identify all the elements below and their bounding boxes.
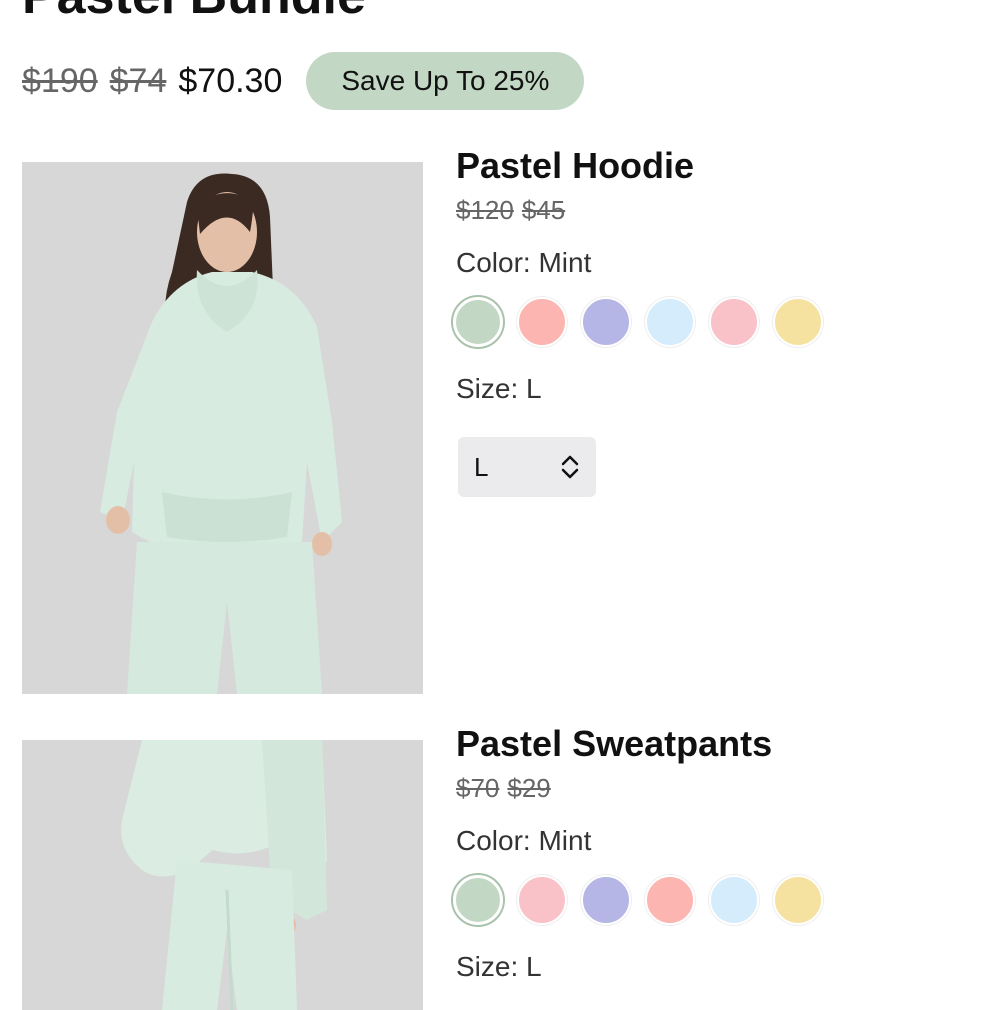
color-swatches	[453, 875, 823, 925]
product-prices: $120 $45	[456, 195, 823, 229]
bundle-price: $70.30	[178, 61, 283, 100]
sale-price: $45	[521, 195, 566, 225]
chevron-up-down-icon	[561, 455, 579, 479]
product-image-hoodie[interactable]	[22, 162, 423, 694]
product-card-sweatpants: Pastel Sweatpants $70 $29 Color: Mint Siz…	[0, 723, 1000, 1010]
size-select[interactable]: L	[458, 437, 596, 497]
product-card-hoodie: Pastel Hoodie $120 $45 Color: Mint Size: …	[0, 145, 1000, 702]
swatch-sky[interactable]	[709, 875, 759, 925]
size-select-value: L	[474, 451, 489, 482]
product-image-sweatpants[interactable]	[22, 740, 423, 1010]
size-label: Size: L	[456, 373, 542, 404]
size-label: Size: L	[456, 951, 542, 982]
swatch-peach[interactable]	[517, 297, 567, 347]
color-label: Color: Mint	[456, 825, 592, 856]
bundle-original-price: $190	[22, 61, 98, 100]
original-price: $70	[456, 773, 500, 803]
original-price: $120	[456, 195, 514, 225]
sweatpants-model-illustration	[22, 740, 423, 1010]
save-badge: Save Up To 25%	[306, 52, 585, 110]
swatch-lavender[interactable]	[581, 875, 631, 925]
swatch-yellow[interactable]	[773, 875, 823, 925]
color-label: Color: Mint	[456, 247, 592, 278]
swatch-yellow[interactable]	[773, 297, 823, 347]
swatch-pink[interactable]	[517, 875, 567, 925]
product-info-hoodie: Pastel Hoodie $120 $45 Color: Mint Size: …	[453, 145, 823, 497]
bundle-price-row: $190 $74 $70.30 Save Up To 25%	[22, 52, 585, 110]
swatch-mint[interactable]	[453, 297, 503, 347]
swatch-sky[interactable]	[645, 297, 695, 347]
product-name: Pastel Sweatpants	[456, 723, 773, 764]
bundle-sale-price: $74	[109, 61, 167, 100]
product-info-sweatpants: Pastel Sweatpants $70 $29 Color: Mint Siz…	[453, 723, 823, 983]
sale-price: $29	[507, 773, 551, 803]
product-name: Pastel Hoodie	[456, 145, 695, 186]
product-prices: $70 $29	[456, 773, 823, 807]
swatch-peach[interactable]	[645, 875, 695, 925]
swatch-pink[interactable]	[709, 297, 759, 347]
color-swatches	[453, 297, 823, 347]
swatch-mint[interactable]	[453, 875, 503, 925]
bundle-title: Pastel Bundle	[22, 0, 366, 26]
swatch-lavender[interactable]	[581, 297, 631, 347]
hoodie-model-illustration	[22, 162, 423, 694]
